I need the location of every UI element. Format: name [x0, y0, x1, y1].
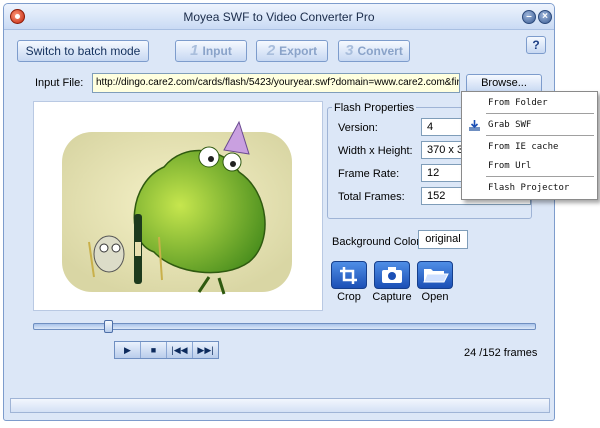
- menu-separator: [486, 113, 594, 114]
- menu-item-from-ie-cache[interactable]: From IE cache: [488, 142, 558, 152]
- step-export-button[interactable]: 2 Export: [256, 40, 328, 62]
- playback-controls: ▶ ■ |◀◀ ▶▶|: [114, 341, 219, 359]
- dimensions-label: Width x Height:: [338, 145, 413, 157]
- frame-counter: 24 /152 frames: [464, 347, 538, 359]
- background-color-field[interactable]: original: [418, 230, 468, 249]
- help-icon[interactable]: ?: [526, 36, 546, 54]
- skip-forward-icon: ▶▶|: [197, 344, 214, 355]
- minimize-icon[interactable]: –: [522, 10, 536, 24]
- download-icon: [469, 120, 480, 131]
- crop-icon: [340, 267, 357, 284]
- step-number: 3: [345, 42, 354, 59]
- step-convert-button[interactable]: 3 Convert: [338, 40, 410, 62]
- menu-separator: [486, 135, 594, 136]
- step-label: Input: [202, 44, 232, 58]
- play-icon: ▶: [124, 344, 131, 355]
- version-label: Version:: [338, 122, 378, 134]
- folder-open-icon: [423, 269, 449, 283]
- menu-item-grab-swf[interactable]: Grab SWF: [488, 120, 531, 130]
- input-file-label: Input File:: [35, 77, 84, 89]
- menu-separator: [486, 176, 594, 177]
- background-color-label: Background Color:: [332, 236, 424, 248]
- previous-button[interactable]: |◀◀: [167, 342, 193, 358]
- next-button[interactable]: ▶▶|: [193, 342, 218, 358]
- close-icon[interactable]: ×: [538, 10, 552, 24]
- window-title: Moyea SWF to Video Converter Pro: [183, 10, 375, 24]
- status-bar: [10, 398, 550, 413]
- frame-rate-label: Frame Rate:: [338, 168, 400, 180]
- crop-button[interactable]: [331, 261, 367, 289]
- preview-image: [62, 120, 292, 295]
- batch-mode-button[interactable]: Switch to batch mode: [17, 40, 149, 62]
- stop-icon: ■: [150, 345, 157, 355]
- play-button[interactable]: ▶: [115, 342, 141, 358]
- skip-back-icon: |◀◀: [171, 344, 188, 355]
- capture-button[interactable]: [374, 261, 410, 289]
- flash-preview: [33, 101, 323, 311]
- browse-dropdown-menu: From Folder Grab SWF From IE cache From …: [461, 91, 598, 200]
- total-frames-label: Total Frames:: [338, 191, 405, 203]
- step-label: Export: [279, 44, 318, 58]
- menu-item-from-folder[interactable]: From Folder: [488, 98, 548, 108]
- title-bar: Moyea SWF to Video Converter Pro – ×: [4, 4, 554, 30]
- menu-item-from-url[interactable]: From Url: [488, 161, 531, 171]
- open-button[interactable]: [417, 261, 453, 289]
- menu-item-flash-projector[interactable]: Flash Projector: [488, 183, 569, 193]
- step-number: 1: [190, 42, 199, 59]
- stop-button[interactable]: ■: [141, 342, 167, 358]
- flash-properties-title: Flash Properties: [332, 102, 417, 114]
- camera-icon: [382, 267, 402, 283]
- step-label: Convert: [357, 44, 403, 58]
- step-input-button[interactable]: 1 Input: [175, 40, 247, 62]
- timeline-thumb[interactable]: [104, 320, 113, 333]
- app-window: Moyea SWF to Video Converter Pro – × Swi…: [3, 3, 555, 421]
- input-file-field[interactable]: http://dingo.care2.com/cards/flash/5423/…: [92, 73, 460, 93]
- step-number: 2: [266, 42, 276, 59]
- open-label: Open: [421, 291, 449, 303]
